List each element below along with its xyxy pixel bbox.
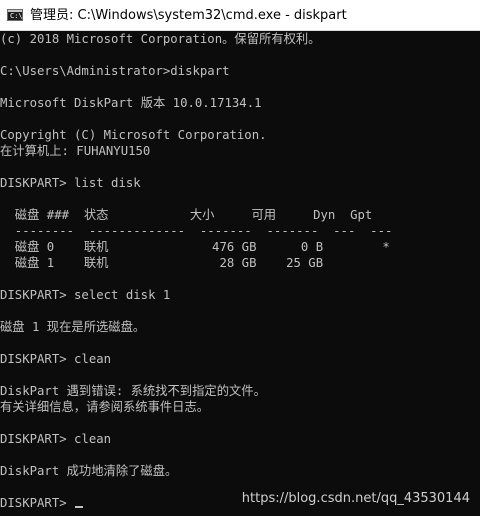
disk-table-separator: -------- ------------- ------- ------- -… (0, 224, 393, 238)
title-bar[interactable]: C:\ 管理员: C:\Windows\system32\cmd.exe - d… (0, 0, 480, 31)
console-line: Microsoft DiskPart 版本 10.0.17134.1 (0, 96, 262, 110)
console-line: 磁盘 1 现在是所选磁盘。 (0, 320, 146, 334)
console-line: C:\Users\Administrator>diskpart (0, 64, 230, 78)
console-line: Copyright (C) Microsoft Corporation. (0, 128, 267, 142)
command-prompt-line[interactable]: DISKPART> (0, 495, 84, 511)
console-line: DISKPART> clean (0, 432, 112, 446)
console-line: DISKPART> clean (0, 352, 112, 366)
disk-table-row: 磁盘 1 联机 28 GB 25 GB (0, 256, 324, 270)
command-prompt: DISKPART> (0, 496, 75, 510)
text-cursor (75, 506, 84, 508)
console-line: DiskPart 遇到错误: 系统找不到指定的文件。 (0, 384, 266, 398)
window-title: 管理员: C:\Windows\system32\cmd.exe - diskp… (30, 8, 347, 23)
console-output[interactable]: (c) 2018 Microsoft Corporation。保留所有权利。 C… (0, 31, 480, 516)
console-line: DISKPART> list disk (0, 176, 141, 190)
watermark: https://blog.csdn.net/qq_43530144 (241, 491, 470, 506)
disk-table-row: 磁盘 0 联机 476 GB 0 B * (0, 240, 390, 254)
console-line: DISKPART> select disk 1 (0, 288, 171, 302)
cmd-icon[interactable]: C:\ (7, 9, 23, 21)
console-line: (c) 2018 Microsoft Corporation。保留所有权利。 (0, 32, 321, 46)
console-line: 有关详细信息，请参阅系统事件日志。 (0, 400, 210, 414)
console-line: DiskPart 成功地清除了磁盘。 (0, 464, 178, 478)
disk-table-header: 磁盘 ### 状态 大小 可用 Dyn Gpt (0, 208, 373, 222)
console-line: 在计算机上: FUHANYU150 (0, 144, 151, 158)
